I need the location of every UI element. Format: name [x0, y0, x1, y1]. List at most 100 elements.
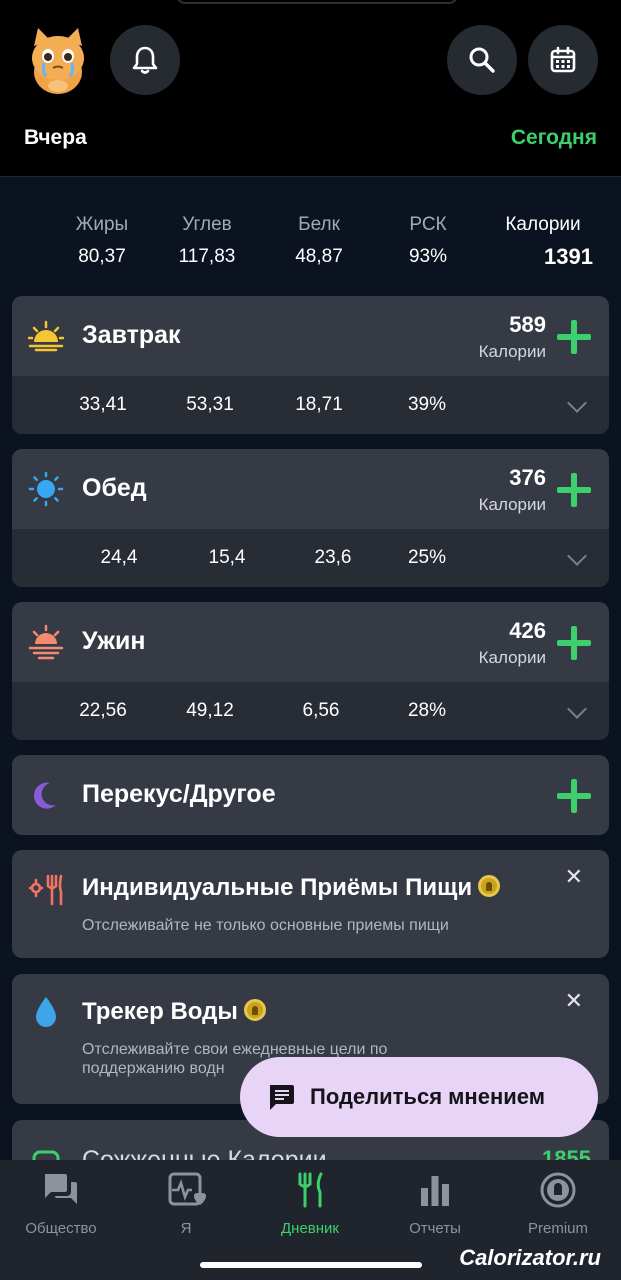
summary-protein-value: 48,87 — [295, 246, 343, 267]
macro-protein: 23,6 — [314, 547, 352, 568]
summary-fat-label: Жиры — [75, 214, 129, 235]
meal-name: Перекус/Другое — [82, 780, 276, 808]
tab-label: Я — [180, 1220, 192, 1237]
tab-premium[interactable]: Premium — [503, 1170, 613, 1237]
home-indicator[interactable] — [200, 1262, 422, 1268]
sunset-icon — [28, 624, 64, 660]
diary-fork-knife-icon — [298, 1172, 323, 1208]
top-header: Вчера Сегодня — [0, 0, 621, 176]
meal-macros-row[interactable]: 33,41 53,31 18,71 39% — [12, 376, 609, 434]
share-feedback-label: Поделиться мнением — [310, 1084, 545, 1109]
summary-carbs: Углев 117,83 — [152, 210, 262, 274]
add-lunch-button[interactable] — [557, 473, 591, 507]
today-link[interactable]: Сегодня — [511, 126, 597, 150]
calendar-icon — [550, 46, 576, 73]
close-icon[interactable]: ✕ — [565, 988, 583, 1014]
calendar-button[interactable] — [528, 25, 598, 95]
chevron-down-icon[interactable] — [567, 393, 587, 413]
macro-carbs: 15,4 — [208, 547, 246, 568]
macro-carbs: 49,12 — [186, 700, 234, 721]
summary-rdi-label: РСК — [409, 214, 447, 235]
search-button[interactable] — [447, 25, 517, 95]
tab-community[interactable]: Общество — [6, 1170, 116, 1237]
meal-card-breakfast[interactable]: Завтрак 589 Калории 33,41 53,31 18,71 39… — [12, 296, 609, 434]
summary-rdi-value: 93% — [408, 246, 448, 267]
summary-protein: Белк 48,87 — [264, 210, 374, 274]
meal-macros-row[interactable]: 24,4 15,4 23,6 25% — [12, 529, 609, 587]
meal-calories-label: Калории — [478, 495, 546, 514]
summary-calories: Калории 1391 — [488, 210, 598, 274]
feature-title: Трекер Воды — [82, 998, 266, 1026]
watermark: Calorizator.ru — [459, 1245, 601, 1270]
premium-icon — [540, 1172, 576, 1208]
close-icon[interactable]: ✕ — [565, 864, 583, 890]
summary-calories-value: 1391 — [544, 244, 593, 269]
header-divider — [0, 176, 621, 177]
sun-icon — [28, 471, 64, 507]
add-snack-button[interactable] — [557, 779, 591, 813]
meal-card-lunch[interactable]: Обед 376 Калории 24,4 15,4 23,6 25% — [12, 449, 609, 587]
premium-badge-icon — [478, 874, 501, 897]
meal-calories-label: Калории — [478, 648, 546, 667]
macro-rdi: 25% — [407, 547, 447, 568]
meal-card-dinner[interactable]: Ужин 426 Калории 22,56 49,12 6,56 28% — [12, 602, 609, 740]
moon-icon — [33, 782, 56, 809]
tab-diary[interactable]: Дневник — [255, 1170, 365, 1237]
summary-calories-label: Калории — [505, 214, 581, 235]
macro-fat: 33,41 — [79, 394, 127, 415]
reports-chart-icon — [421, 1176, 449, 1206]
feature-title-text: Индивидуальные Приёмы Пищи — [82, 874, 473, 901]
add-dinner-button[interactable] — [557, 626, 591, 660]
premium-badge-icon — [243, 998, 266, 1021]
add-breakfast-button[interactable] — [557, 320, 591, 354]
dynamic-island-outline — [176, 0, 458, 4]
daily-summary: Жиры 80,37 Углев 117,83 Белк 48,87 РСК 9… — [0, 210, 621, 280]
macro-rdi: 28% — [407, 700, 447, 721]
summary-carbs-label: Углев — [182, 214, 232, 235]
fork-knife-icon — [28, 874, 63, 906]
summary-carbs-value: 117,83 — [178, 246, 236, 267]
macro-fat: 22,56 — [79, 700, 127, 721]
meal-macros-row[interactable]: 22,56 49,12 6,56 28% — [12, 682, 609, 740]
search-icon — [469, 47, 495, 73]
tab-me[interactable]: Я — [131, 1170, 241, 1237]
summary-rdi: РСК 93% — [373, 210, 483, 274]
water-drop-icon — [36, 997, 56, 1027]
meal-calories-label: Калории — [478, 342, 546, 361]
feature-title-text: Трекер Воды — [82, 998, 238, 1025]
feature-title: Индивидуальные Приёмы Пищи — [82, 874, 501, 902]
chevron-down-icon[interactable] — [567, 546, 587, 566]
me-heart-icon — [168, 1172, 206, 1206]
previous-day-link[interactable]: Вчера — [24, 126, 87, 150]
meal-header[interactable]: Обед 376 Калории — [12, 449, 609, 529]
macro-protein: 18,71 — [295, 394, 343, 415]
summary-fat-value: 80,37 — [78, 246, 126, 267]
summary-protein-label: Белк — [298, 214, 340, 235]
macro-carbs: 53,31 — [186, 394, 234, 415]
meal-name: Обед — [82, 474, 147, 502]
meal-calories-value: 426 — [509, 618, 546, 643]
meal-card-snack[interactable]: Перекус/Другое — [12, 755, 609, 835]
share-feedback-button[interactable]: Поделиться мнением — [240, 1057, 598, 1137]
feature-card-custom-meals[interactable]: Индивидуальные Приёмы Пищи Отслеживайте … — [12, 850, 609, 958]
meal-name: Завтрак — [82, 321, 181, 349]
meal-calories-value: 376 — [509, 465, 546, 490]
chevron-down-icon[interactable] — [567, 699, 587, 719]
macro-rdi: 39% — [407, 394, 447, 415]
meal-header[interactable]: Завтрак 589 Калории — [12, 296, 609, 376]
tab-label: Общество — [25, 1220, 97, 1237]
tab-reports[interactable]: Отчеты — [380, 1170, 490, 1237]
summary-fat: Жиры 80,37 — [47, 210, 157, 274]
notifications-button[interactable] — [110, 25, 180, 95]
chat-bubble-icon — [270, 1085, 294, 1110]
meal-name: Ужин — [82, 627, 146, 655]
sunrise-icon — [28, 320, 64, 352]
avatar[interactable] — [22, 24, 94, 96]
meal-calories-value: 589 — [509, 312, 546, 337]
feature-description: Отслеживайте не только основные приемы п… — [82, 917, 449, 934]
macro-fat: 24,4 — [100, 547, 138, 568]
macro-protein: 6,56 — [302, 700, 340, 721]
meal-header[interactable]: Ужин 426 Калории — [12, 602, 609, 682]
tab-label: Дневник — [281, 1220, 339, 1237]
tab-label: Отчеты — [409, 1220, 461, 1237]
